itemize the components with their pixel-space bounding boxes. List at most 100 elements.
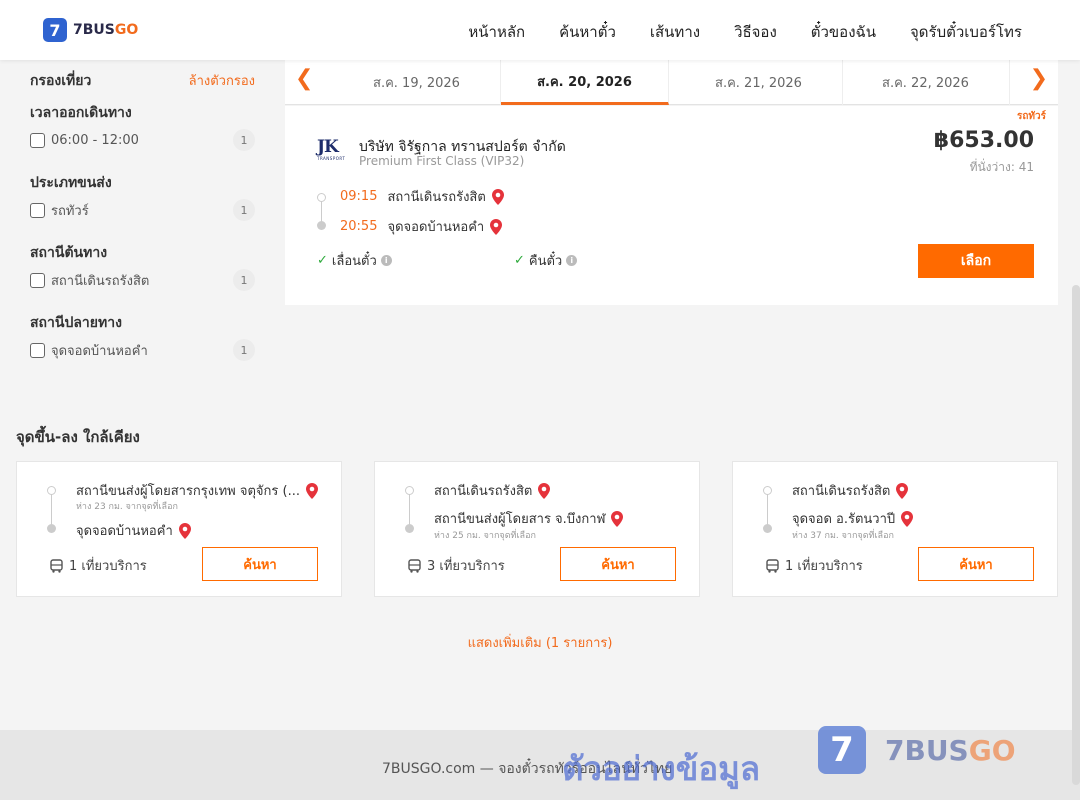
timeline-line — [51, 493, 52, 527]
nearby-search-button[interactable]: ค้นหา — [202, 547, 318, 581]
nearby-card: สถานีเดินรถรังสิต สถานีขนส่งผู้โดยสาร จ.… — [374, 461, 700, 597]
distance-note: ห่าง 25 กม. จากจุดที่เลือก — [434, 531, 536, 541]
chevron-left-icon[interactable]: ❮ — [295, 66, 313, 91]
map-pin-icon[interactable] — [305, 482, 318, 499]
filter-header: กรองเที่ยว ล้างตัวกรอง — [30, 70, 255, 90]
timeline-end-dot — [763, 524, 772, 533]
logo-text-bus: 7BUS — [73, 22, 115, 38]
filter-option-time[interactable]: 06:00 - 12:00 1 — [30, 122, 255, 158]
distance-note: ห่าง 37 กม. จากจุดที่เลือก — [792, 531, 894, 541]
departure-stop: 09:15 สถานีเดินรถรังสิต — [340, 186, 504, 207]
watermark-logo-go: GO — [968, 734, 1016, 767]
select-trip-button[interactable]: เลือก — [918, 244, 1034, 278]
nearby-card: สถานีเดินรถรังสิต จุดจอด อ.รัตนวาปี ห่าง… — [732, 461, 1058, 597]
feature-label: เลื่อนตั๋ว — [331, 254, 377, 269]
bus-icon — [50, 558, 63, 573]
stop-name: สถานีขนส่งผู้โดยสารกรุงเทพ จตุจักร (... — [76, 484, 300, 499]
date-tab[interactable]: ส.ค. 21, 2026 — [675, 60, 843, 105]
checkbox[interactable] — [30, 132, 45, 148]
operator-logo-mark: JK — [317, 137, 339, 157]
operator-logo: JK TRANSPORT — [317, 138, 349, 164]
date-tab[interactable]: ส.ค. 22, 2026 — [842, 60, 1010, 105]
checkbox[interactable] — [30, 202, 45, 218]
info-icon[interactable]: i — [566, 255, 578, 266]
checkbox[interactable] — [30, 272, 45, 288]
nav-how-to-book[interactable]: วิธีจอง — [734, 20, 777, 44]
filter-group-destination: สถานีปลายทาง — [30, 315, 122, 331]
nearby-section-title: จุดขึ้น-ลง ใกล้เคียง — [16, 428, 140, 446]
timeline-end-dot — [47, 524, 56, 533]
operator-logo-sub: TRANSPORT — [317, 156, 346, 161]
logo-text-go: GO — [114, 22, 139, 38]
trip-count-label: 1 เที่ยวบริการ — [785, 559, 863, 574]
feature-label: คืนตั๋ว — [528, 254, 563, 269]
nav-ticket-pickup[interactable]: จุดรับตั๋วเบอร์โทร — [910, 20, 1022, 44]
checkbox[interactable] — [30, 342, 45, 358]
filter-group-departure-time: เวลาออกเดินทาง — [30, 105, 132, 121]
nav-home[interactable]: หน้าหลัก — [468, 20, 525, 44]
logo-badge: 7 — [43, 18, 67, 42]
watermark-text: ตัวอย่างข้อมูล — [562, 749, 761, 788]
map-pin-icon[interactable] — [896, 482, 909, 499]
date-tab-active[interactable]: ส.ค. 20, 2026 — [501, 60, 669, 105]
distance-note: ห่าง 23 กม. จากจุดที่เลือก — [76, 502, 178, 512]
stop-name: จุดจอดบ้านหอคำ — [76, 524, 173, 539]
filter-option-destination[interactable]: จุดจอดบ้านหอคำ 1 — [30, 332, 255, 368]
map-pin-icon[interactable] — [178, 522, 191, 539]
timeline-start-dot — [405, 486, 414, 495]
timeline-start-dot — [763, 486, 772, 495]
nav-my-tickets[interactable]: ตั๋วของฉัน — [811, 20, 876, 44]
info-icon[interactable]: i — [380, 255, 392, 266]
date-selector: ❮ ส.ค. 19, 2026 ส.ค. 20, 2026 ส.ค. 21, 2… — [285, 60, 1058, 105]
clear-filters-link[interactable]: ล้างตัวกรอง — [189, 70, 255, 90]
map-pin-icon[interactable] — [611, 510, 624, 527]
timeline-line — [767, 493, 768, 527]
chevron-right-icon[interactable]: ❯ — [1030, 66, 1048, 91]
timeline-start-dot — [317, 193, 326, 202]
site-logo[interactable]: 7 7BUSGO — [43, 18, 138, 42]
filter-option-transport[interactable]: รถทัวร์ 1 — [30, 192, 255, 228]
page-scrollbar[interactable] — [1072, 285, 1080, 785]
stop-name: จุดจอด อ.รัตนวาปี — [792, 512, 896, 527]
filter-group-transport-type: ประเภทขนส่ง — [30, 175, 112, 191]
logo-text: 7BUSGO — [73, 22, 138, 38]
map-pin-icon[interactable] — [538, 482, 551, 499]
option-label: 06:00 - 12:00 — [51, 132, 139, 148]
count-badge: 1 — [233, 339, 255, 361]
map-pin-icon[interactable] — [491, 188, 504, 205]
count-badge: 1 — [233, 269, 255, 291]
arrival-station: จุดจอดบ้านหอคำ — [387, 220, 485, 235]
count-badge: 1 — [233, 129, 255, 151]
map-pin-icon[interactable] — [901, 510, 914, 527]
trip-count: 1 เที่ยวบริการ — [766, 555, 863, 576]
seat-class: Premium First Class (VIP32) — [359, 154, 525, 168]
nearby-from: สถานีเดินรถรังสิต — [434, 480, 551, 501]
nav-search-tickets[interactable]: ค้นหาตั๋ว — [559, 20, 616, 44]
timeline-line — [409, 493, 410, 527]
date-tab[interactable]: ส.ค. 19, 2026 — [333, 60, 501, 105]
timeline-end-dot — [405, 524, 414, 533]
stop-name: สถานีขนส่งผู้โดยสาร จ.บึงกาฬ — [434, 512, 606, 527]
check-icon: ✓ — [317, 253, 328, 268]
bus-type-label: รถทัวร์ — [1016, 111, 1046, 122]
option-label: จุดจอดบ้านหอคำ — [51, 343, 148, 359]
page-footer: 7BUSGO.com — จองตั๋วรถทัวร์ออนไลน์ทั่วไท… — [0, 726, 1080, 800]
nav-routes[interactable]: เส้นทาง — [650, 20, 700, 44]
map-pin-icon[interactable] — [490, 218, 503, 235]
stop-name: สถานีเดินรถรังสิต — [792, 484, 891, 499]
nearby-to: สถานีขนส่งผู้โดยสาร จ.บึงกาฬ — [434, 508, 624, 529]
filter-sidebar: กรองเที่ยว ล้างตัวกรอง เวลาออกเดินทาง 06… — [30, 60, 255, 368]
filter-option-origin[interactable]: สถานีเดินรถรังสิต 1 — [30, 262, 255, 298]
arrival-time: 20:55 — [340, 219, 378, 234]
trip-count-label: 3 เที่ยวบริการ — [427, 559, 505, 574]
show-more-link[interactable]: แสดงเพิ่มเติม (1 รายการ) — [0, 632, 1080, 653]
nearby-to: จุดจอดบ้านหอคำ — [76, 520, 191, 541]
bus-icon — [408, 558, 421, 573]
feature-refund: ✓ คืนตั๋ว i — [514, 250, 578, 271]
timeline-start-dot — [47, 486, 56, 495]
trip-count: 1 เที่ยวบริการ — [50, 555, 147, 576]
watermark-logo-bus: 7BUS — [885, 734, 969, 767]
nearby-search-button[interactable]: ค้นหา — [560, 547, 676, 581]
nearby-card: สถานีขนส่งผู้โดยสารกรุงเทพ จตุจักร (... … — [16, 461, 342, 597]
nearby-search-button[interactable]: ค้นหา — [918, 547, 1034, 581]
